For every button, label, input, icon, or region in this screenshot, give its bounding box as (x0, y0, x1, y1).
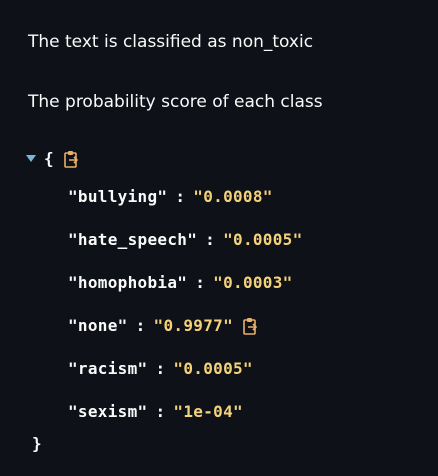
json-close-brace: } (32, 434, 42, 453)
json-entry-hate-speech: "hate_speech" : "0.0005" (68, 229, 303, 251)
json-colon: : (205, 230, 216, 249)
classification-result: The text is classified as non_toxic (28, 32, 314, 52)
json-colon: : (155, 402, 166, 421)
json-colon: : (195, 273, 206, 292)
json-entry-racism: "racism" : "0.0005" (68, 358, 253, 380)
json-key: "racism" (68, 359, 148, 378)
json-close-line: } (32, 433, 42, 455)
json-value: "0.9977" (153, 316, 234, 335)
json-open-line: { (26, 148, 80, 170)
json-value: "1e-04" (173, 402, 243, 421)
json-key: "none" (68, 316, 128, 335)
json-entry-homophobia: "homophobia" : "0.0003" (68, 272, 293, 294)
clipboard-copy-icon[interactable] (243, 317, 259, 335)
json-key: "hate_speech" (68, 230, 198, 249)
json-entry-none: "none" : "0.9977" (68, 315, 259, 337)
json-value: "0.0008" (193, 187, 273, 206)
json-entry-bullying: "bullying" : "0.0008" (68, 186, 273, 208)
json-value: "0.0003" (213, 273, 293, 292)
json-entry-sexism: "sexism" : "1e-04" (68, 401, 243, 423)
json-key: "bullying" (68, 187, 168, 206)
json-value: "0.0005" (173, 359, 253, 378)
collapse-arrow-icon[interactable] (26, 154, 36, 162)
json-colon: : (155, 359, 166, 378)
clipboard-copy-icon[interactable] (64, 150, 80, 168)
json-colon: : (175, 187, 186, 206)
json-colon: : (135, 316, 146, 335)
json-key: "sexism" (68, 402, 148, 421)
json-open-brace: { (44, 149, 54, 168)
json-key: "homophobia" (68, 273, 188, 292)
probability-heading: The probability score of each class (28, 92, 323, 112)
json-value: "0.0005" (223, 230, 303, 249)
